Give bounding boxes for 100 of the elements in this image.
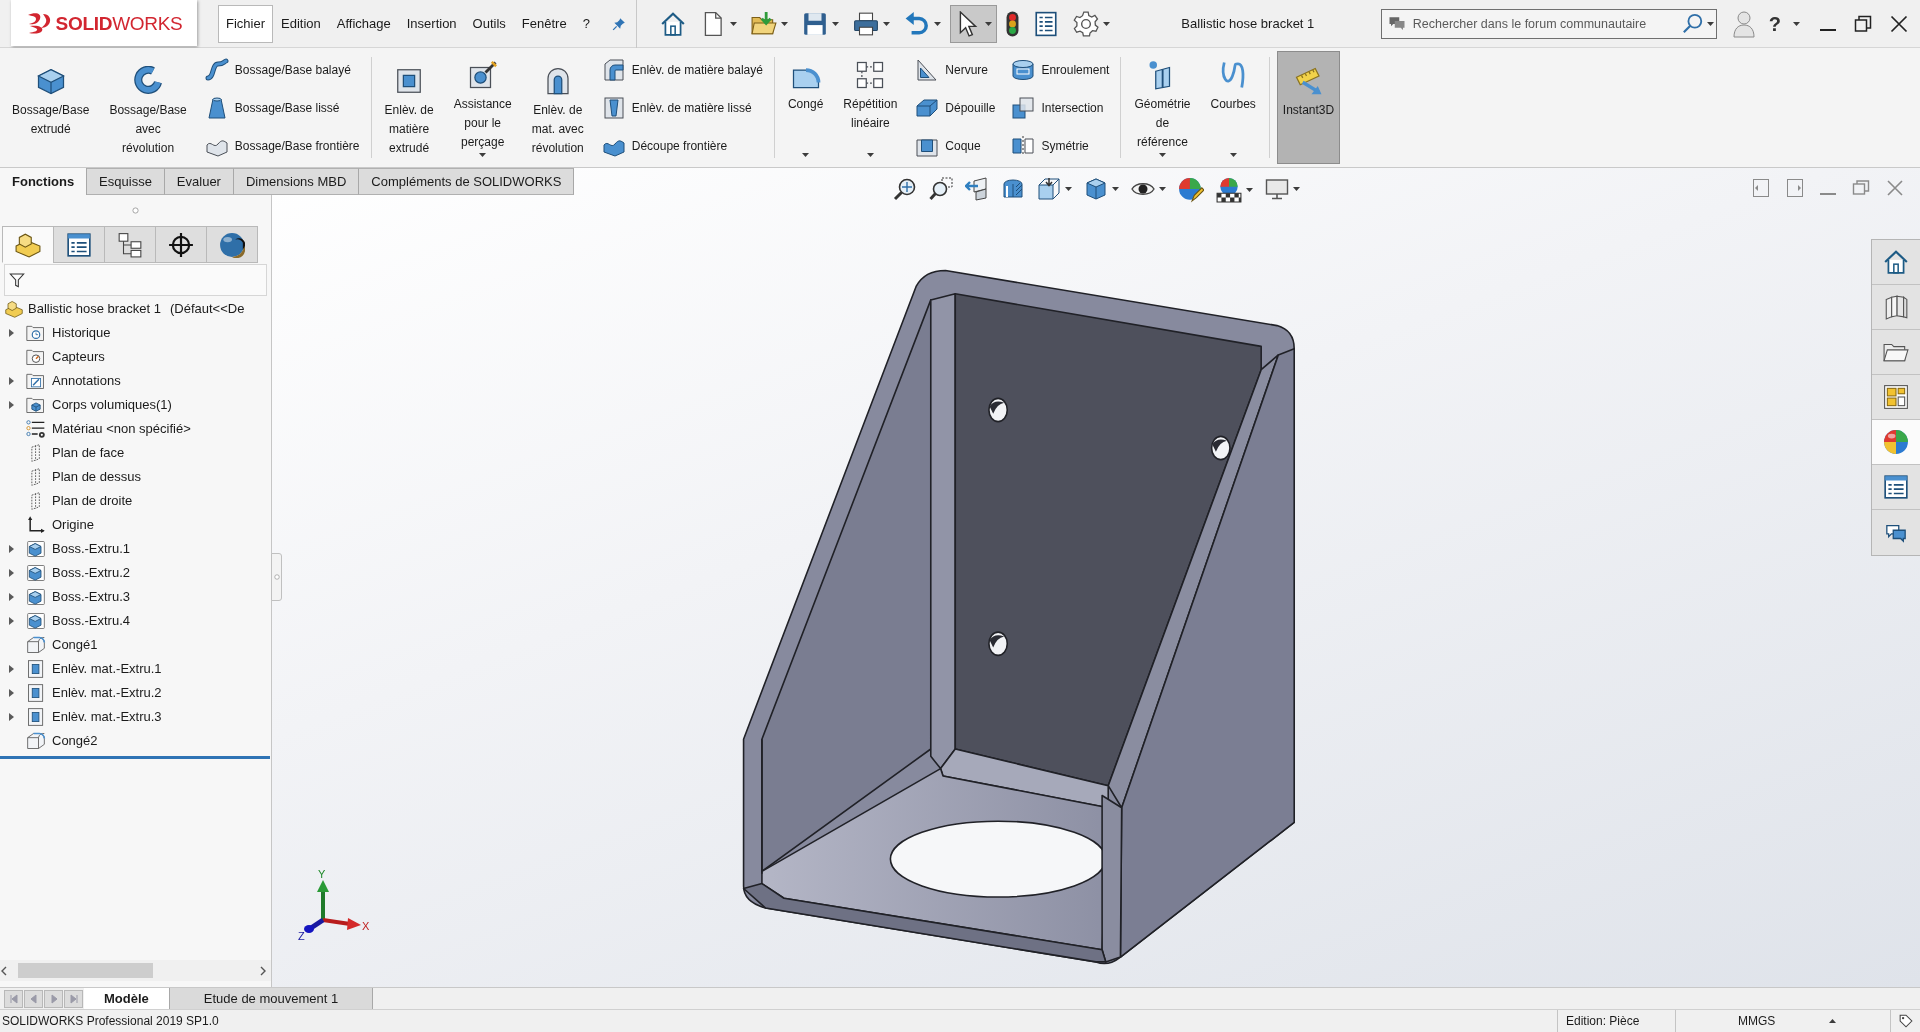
view-orientation-button[interactable] bbox=[1036, 177, 1072, 201]
restore-view-button[interactable] bbox=[1852, 179, 1870, 197]
expand-arrow-icon[interactable] bbox=[8, 329, 14, 337]
forum-tab[interactable] bbox=[1872, 510, 1920, 555]
mirror-button[interactable]: Symétrie bbox=[1007, 129, 1114, 162]
app-logo[interactable]: SOLIDWORKS bbox=[11, 0, 197, 46]
expand-arrow-icon[interactable] bbox=[8, 569, 14, 577]
tree-item[interactable]: Corps volumiques(1) bbox=[26, 395, 174, 415]
extrude-button[interactable]: Bossage/Base extrudé bbox=[6, 51, 96, 164]
help-button[interactable]: ? bbox=[1768, 13, 1781, 34]
apply-scene-button[interactable] bbox=[1215, 177, 1253, 203]
close-button[interactable] bbox=[1890, 14, 1908, 33]
curves-button[interactable]: Courbes bbox=[1204, 51, 1262, 164]
menu-item[interactable]: Fichier bbox=[218, 4, 273, 43]
view-settings-button[interactable] bbox=[1264, 177, 1300, 201]
tree-item[interactable]: Enlèv. mat.-Extru.2 bbox=[26, 683, 164, 703]
view-palette-tab[interactable] bbox=[1872, 375, 1920, 420]
hole-wizard-button[interactable]: Assistance pour le perçage bbox=[447, 51, 518, 164]
loft-cut-button[interactable]: Enlèv. de matière lissé bbox=[597, 91, 767, 124]
chevron-right-icon[interactable] bbox=[259, 965, 267, 976]
display-manager-tab[interactable] bbox=[206, 226, 258, 263]
expand-arrow-icon[interactable] bbox=[8, 689, 14, 697]
document-tab[interactable]: Modèle bbox=[84, 988, 170, 1009]
tree-item[interactable]: Plan de dessus bbox=[26, 467, 143, 487]
features-manager-tab[interactable] bbox=[2, 226, 54, 263]
tree-item[interactable]: Enlèv. mat.-Extru.3 bbox=[26, 707, 164, 727]
extrude-cut-button[interactable]: Enlèv. de matière extrudé bbox=[378, 51, 440, 164]
appearances-tab[interactable] bbox=[1872, 420, 1920, 465]
tree-item[interactable]: Annotations bbox=[26, 371, 123, 391]
expand-arrow-icon[interactable] bbox=[8, 617, 14, 625]
tree-item[interactable]: Congé1 bbox=[26, 635, 100, 655]
linear-pattern-button[interactable]: Répétition linéaire bbox=[837, 51, 904, 164]
sweep-cut-button[interactable]: Enlèv. de matière balayé bbox=[597, 53, 767, 86]
restore-button[interactable] bbox=[1854, 14, 1872, 33]
command-tab[interactable]: Evaluer bbox=[164, 168, 234, 195]
configurations-manager-tab[interactable] bbox=[104, 226, 156, 263]
tree-item[interactable]: Boss.-Extru.2 bbox=[26, 563, 133, 583]
chevron-left-icon[interactable] bbox=[0, 965, 8, 976]
design-library-tab[interactable] bbox=[1872, 285, 1920, 330]
loft-button[interactable]: Bossage/Base lissé bbox=[200, 91, 364, 124]
tile-right-button[interactable] bbox=[1786, 178, 1804, 198]
select-button[interactable] bbox=[949, 4, 997, 43]
zoom-fit-button[interactable] bbox=[892, 177, 917, 201]
file-explorer-tab[interactable] bbox=[1872, 330, 1920, 375]
expand-arrow-icon[interactable] bbox=[8, 593, 14, 601]
tree-item[interactable]: Matériau <non spécifié> bbox=[26, 419, 193, 439]
tree-item[interactable]: Capteurs bbox=[26, 347, 107, 367]
menu-item[interactable]: ? bbox=[574, 4, 598, 43]
boundary-cut-button[interactable]: Découpe frontière bbox=[597, 129, 767, 162]
command-tab[interactable]: Dimensions MBD bbox=[233, 168, 360, 195]
expand-arrow-icon[interactable] bbox=[8, 377, 14, 385]
dimxpert-manager-tab[interactable] bbox=[155, 226, 207, 263]
reference-geometry-button[interactable]: Géométrie de référence bbox=[1128, 51, 1197, 164]
filter-field[interactable] bbox=[4, 264, 267, 296]
section-view-button[interactable] bbox=[1000, 177, 1025, 201]
part-name[interactable]: Ballistic hose bracket 1 bbox=[28, 299, 161, 319]
menu-item[interactable]: Insertion bbox=[398, 4, 465, 43]
command-tab[interactable]: Esquisse bbox=[87, 168, 165, 195]
expand-arrow-icon[interactable] bbox=[8, 713, 14, 721]
grip-dot-icon[interactable] bbox=[132, 207, 139, 214]
expand-arrow-icon[interactable] bbox=[8, 545, 14, 553]
revolve-button[interactable]: Bossage/Base avec révolution bbox=[103, 51, 193, 164]
menu-item[interactable]: Outils bbox=[464, 4, 514, 43]
display-style-button[interactable] bbox=[1083, 177, 1119, 201]
unit-system-selector[interactable]: MMGS bbox=[1675, 1010, 1890, 1032]
tree-item[interactable]: Origine bbox=[26, 515, 96, 535]
boundary-button[interactable]: Bossage/Base frontière bbox=[200, 129, 364, 162]
tag-icon[interactable] bbox=[1898, 1014, 1913, 1028]
shell-button[interactable]: Coque bbox=[911, 129, 1000, 162]
resources-tab[interactable] bbox=[1872, 240, 1920, 285]
instant3d-button[interactable]: Instant3D bbox=[1276, 51, 1341, 164]
menu-item[interactable]: Edition bbox=[273, 4, 329, 43]
command-tab[interactable]: Fonctions bbox=[0, 168, 88, 195]
tree-item[interactable]: Plan de face bbox=[26, 443, 127, 463]
revolve-cut-button[interactable]: Enlèv. de mat. avec révolution bbox=[525, 51, 590, 164]
document-tab[interactable]: Etude de mouvement 1 bbox=[169, 988, 374, 1009]
edit-appearance-button[interactable] bbox=[1177, 177, 1204, 203]
wrap-button[interactable]: Enroulement bbox=[1007, 53, 1114, 86]
sweep-button[interactable]: Bossage/Base balayé bbox=[200, 53, 364, 86]
intersect-button[interactable]: Intersection bbox=[1007, 91, 1114, 124]
properties-manager-tab[interactable] bbox=[53, 226, 105, 263]
tree-item[interactable]: Boss.-Extru.4 bbox=[26, 611, 133, 631]
rib-button[interactable]: Nervure bbox=[911, 53, 1000, 86]
custom-properties-tab[interactable] bbox=[1872, 465, 1920, 510]
menu-item[interactable]: Affichage bbox=[328, 4, 399, 43]
close-view-button[interactable] bbox=[1886, 179, 1904, 197]
previous-view-button[interactable] bbox=[964, 177, 989, 201]
search-field[interactable]: Rechercher dans le forum communautaire bbox=[1380, 8, 1717, 39]
scrollbar-thumb[interactable] bbox=[18, 963, 153, 978]
tree-item[interactable]: Historique bbox=[26, 323, 113, 343]
tree-item[interactable]: Boss.-Extru.3 bbox=[26, 587, 133, 607]
draft-button[interactable]: Dépouille bbox=[911, 91, 1000, 124]
tree-item[interactable]: Plan de droite bbox=[26, 491, 135, 511]
command-tab[interactable]: Compléments de SOLIDWORKS bbox=[359, 168, 575, 195]
panel-collapse-handle[interactable] bbox=[271, 553, 282, 601]
tree-item[interactable]: Boss.-Extru.1 bbox=[26, 539, 133, 559]
tree-item[interactable]: Enlèv. mat.-Extru.1 bbox=[26, 659, 164, 679]
search-button[interactable] bbox=[1681, 11, 1714, 36]
fillet-button[interactable]: Congé bbox=[781, 51, 830, 164]
zoom-area-button[interactable] bbox=[928, 177, 953, 201]
